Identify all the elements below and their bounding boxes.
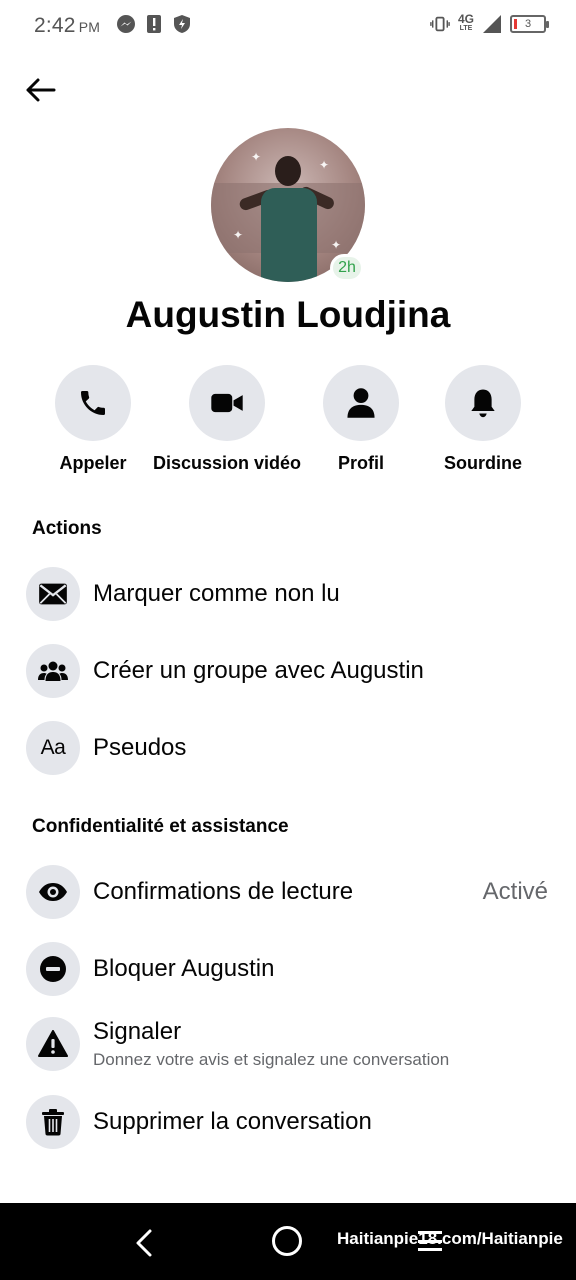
delete-text: Supprimer la conversation	[93, 1108, 548, 1136]
system-icons: 4G LTE 3	[430, 12, 549, 34]
alert-icon	[144, 14, 164, 34]
video-call-circle[interactable]	[189, 365, 265, 441]
block-label: Bloquer Augustin	[93, 955, 275, 982]
network-sub: LTE	[459, 25, 473, 32]
watermark-text: Haitianpie18.com/Haitianpie	[337, 1229, 563, 1248]
report-item[interactable]: Signaler Donnez votre avis et signalez u…	[26, 1017, 548, 1071]
phone-icon	[81, 391, 105, 415]
network-type: 4G LTE	[457, 12, 474, 32]
nicknames-label: Pseudos	[93, 734, 187, 761]
nicknames-item[interactable]: Aa Pseudos	[26, 721, 548, 775]
report-text: Signaler Donnez votre avis et signalez u…	[93, 1018, 548, 1070]
block-icon-wrap	[26, 942, 80, 996]
create-group-icon-wrap	[26, 644, 80, 698]
profile-button[interactable]: Profil	[322, 365, 400, 474]
profile-label: Profil	[337, 453, 384, 473]
privacy-section-title: Confidentialité et assistance	[32, 816, 289, 837]
status-ampm: PM	[78, 19, 101, 35]
arrow-left-icon	[26, 78, 56, 102]
block-item[interactable]: Bloquer Augustin	[26, 942, 548, 996]
text-aa-glyph: Aa	[40, 736, 66, 759]
delete-icon-wrap	[26, 1095, 80, 1149]
mark-unread-item[interactable]: Marquer comme non lu	[26, 567, 548, 621]
envelope-icon	[39, 583, 67, 605]
system-navigation-bar: Haitianpie18.com/Haitianpie	[0, 1203, 576, 1280]
battery-icon: 3	[510, 15, 549, 33]
nav-home-button[interactable]	[272, 1226, 302, 1256]
sparkle-icon: ✦	[251, 150, 262, 164]
presence-badge: 2h	[330, 254, 364, 282]
read-receipts-value: Activé	[482, 878, 548, 905]
mark-unread-label: Marquer comme non lu	[93, 580, 340, 607]
report-sublabel: Donnez votre avis et signalez une conver…	[93, 1050, 450, 1069]
sparkle-icon: ✦	[233, 228, 244, 242]
actions-section-title: Actions	[32, 518, 102, 539]
status-time: 2:42 PM	[34, 14, 101, 37]
notification-icons	[116, 14, 192, 34]
warning-icon	[38, 1030, 68, 1057]
mute-button[interactable]: Sourdine	[440, 365, 526, 474]
sparkle-icon: ✦	[319, 158, 330, 172]
call-button[interactable]: Appeler	[54, 365, 132, 474]
battery-level: 3	[524, 18, 532, 30]
call-label: Appeler	[59, 453, 127, 473]
create-group-item[interactable]: Créer un groupe avec Augustin	[26, 644, 548, 698]
mute-label: Sourdine	[443, 453, 522, 473]
sparkle-icon: ✦	[331, 238, 342, 252]
delete-label: Supprimer la conversation	[93, 1108, 372, 1135]
mark-unread-icon-wrap	[26, 567, 80, 621]
read-receipts-text: Confirmations de lecture	[93, 878, 483, 906]
bell-icon	[471, 389, 495, 418]
video-call-label: Discussion vidéo	[152, 453, 302, 473]
video-camera-icon	[211, 393, 243, 413]
eye-icon	[39, 883, 67, 901]
messenger-icon	[116, 14, 136, 34]
vibrate-icon	[430, 14, 450, 34]
group-icon	[38, 661, 68, 681]
delete-conversation-item[interactable]: Supprimer la conversation	[26, 1095, 548, 1149]
status-bar: 2:42 PM 4G LTE 3	[0, 0, 576, 52]
create-group-text: Créer un groupe avec Augustin	[93, 657, 548, 685]
create-group-label: Créer un groupe avec Augustin	[93, 657, 424, 684]
read-receipts-item[interactable]: Confirmations de lecture Activé	[26, 865, 548, 919]
read-receipts-label: Confirmations de lecture	[93, 878, 354, 905]
call-circle[interactable]	[55, 365, 131, 441]
read-receipts-icon-wrap	[26, 865, 80, 919]
signal-icon	[482, 14, 502, 34]
trash-icon	[42, 1109, 64, 1136]
nav-back-icon	[136, 1229, 152, 1257]
report-label: Signaler	[93, 1018, 182, 1045]
mute-circle[interactable]	[445, 365, 521, 441]
block-icon	[40, 956, 66, 982]
back-button[interactable]	[20, 70, 60, 110]
person-icon	[347, 388, 375, 418]
nav-back-button[interactable]	[124, 1223, 164, 1263]
battery-fill	[514, 19, 517, 29]
avatar-figure-body	[261, 188, 317, 282]
avatar-figure-head	[275, 156, 301, 186]
shield-icon	[172, 14, 192, 34]
nicknames-text: Pseudos	[93, 734, 548, 762]
text-aa-icon: Aa	[26, 721, 80, 775]
contact-name: Augustin Loudjina	[125, 294, 451, 335]
report-icon-wrap	[26, 1017, 80, 1071]
mark-unread-text: Marquer comme non lu	[93, 580, 548, 608]
block-text: Bloquer Augustin	[93, 955, 548, 983]
profile-circle[interactable]	[323, 365, 399, 441]
video-call-button[interactable]: Discussion vidéo	[150, 365, 304, 474]
